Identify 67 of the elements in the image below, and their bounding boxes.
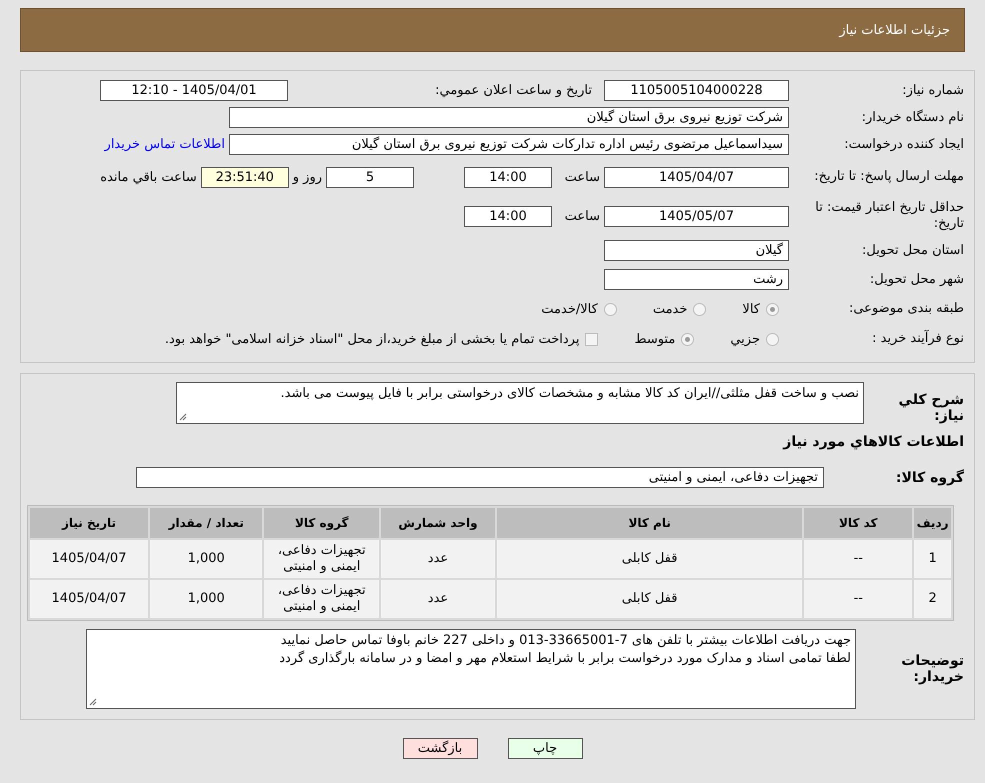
field-label: طبقه بندی موضوعی: <box>848 301 964 317</box>
field-label: شهر محل تحویل: <box>868 272 964 288</box>
requester-field: سیداسماعیل مرتضوی رئیس اداره تدارکات شرکت توزیع نیروی برق استان گیلان <box>229 134 789 155</box>
field-label: روز و <box>291 170 323 184</box>
field-label: ساعت باقي مانده <box>99 170 198 184</box>
table-cell: 2 <box>914 580 951 618</box>
contact-link[interactable]: اطلاعات تماس خریدار <box>100 137 229 152</box>
column-header: نام کالا <box>496 508 802 538</box>
field-label: نوع فرآیند خرید : <box>871 331 964 347</box>
city-field: رشت <box>604 269 789 290</box>
table-cell: 1,000 <box>150 540 262 578</box>
field-label: توضیحات خریدار: <box>900 653 964 685</box>
field-label: شماره نیاز: <box>901 82 964 98</box>
need-number-field: 1105005104000228 <box>604 80 789 101</box>
remaining-time-field: 23:51:40 <box>200 166 289 188</box>
category-radio[interactable]: خدمت <box>652 302 706 316</box>
treasury-checkbox[interactable]: پرداخت تمام یا بخشی از مبلغ خرید،از محل "اسناد خزانه اسلامی" خواهد بود. <box>164 332 598 346</box>
table-cell: تجهیزات دفاعی، ایمنی و امنیتی <box>264 540 380 578</box>
field-label: ساعت <box>564 208 601 224</box>
column-header: ردیف <box>914 508 951 538</box>
table-cell: 1405/04/07 <box>30 580 148 618</box>
column-header: واحد شمارش <box>381 508 495 538</box>
purchase-type-radio[interactable]: جزيي <box>730 332 779 346</box>
column-header: کد کالا <box>804 508 912 538</box>
table-cell: قفل کابلی <box>496 580 802 618</box>
time-field: 14:00 <box>464 206 552 226</box>
time-field: 14:00 <box>464 166 552 188</box>
column-header: گروه کالا <box>264 508 380 538</box>
field-label: نام دستگاه خریدار: <box>860 110 964 126</box>
field-label: گروه کالا: <box>894 470 964 486</box>
table-cell: -- <box>804 540 912 578</box>
announce-date-field: 1405/04/01 - 12:10 <box>100 80 288 101</box>
field-label: شرح کلي نیاز: <box>898 391 964 424</box>
table-cell: 1,000 <box>150 580 262 618</box>
field-label: مهلت ارسال پاسخ: تا تاریخ: <box>813 169 964 185</box>
summary-field: نصب و ساخت قفل مثلثی//ایران کد کالا مشابه و مشخصات کالای درخواستی برابر با فایل پیوست می باشد. <box>176 382 864 424</box>
field-label: حداقل تاریخ اعتبار قیمت: تا تاریخ: <box>814 200 964 232</box>
section-heading: اطلاعات كالاهاي مورد نیاز <box>782 434 964 450</box>
table-cell: 1405/04/07 <box>30 540 148 578</box>
purchase-type-radio[interactable]: متوسط <box>634 332 694 346</box>
date-field: 1405/05/07 <box>604 206 789 226</box>
resize-grip-icon <box>179 413 187 421</box>
category-radio[interactable]: کالا/خدمت <box>541 302 617 316</box>
field-label: ایجاد کننده درخواست: <box>843 136 964 152</box>
table-cell: تجهیزات دفاعی، ایمنی و امنیتی <box>264 580 380 618</box>
field-label: تاریخ و ساعت اعلان عمومي: <box>434 83 593 98</box>
table-cell: عدد <box>381 580 495 618</box>
days-field: 5 <box>326 166 414 188</box>
goods-group-field: تجهیزات دفاعی، ایمنی و امنیتی <box>136 467 824 488</box>
print-button[interactable]: چاپ <box>508 738 582 759</box>
resize-grip-icon <box>89 698 97 706</box>
field-label: ساعت <box>564 170 601 184</box>
back-button[interactable]: بازگشت <box>402 738 478 759</box>
column-header: تاریخ نیاز <box>30 508 148 538</box>
table-cell: عدد <box>381 540 495 578</box>
table-cell: 1 <box>914 540 951 578</box>
notes-line: لطفا تمامی اسناد و مدارک مورد درخواست برابر با شرایط استعلام مهر و امضا و در سامانه بارگذاری گردد <box>278 650 851 668</box>
buyer-org-field: شرکت توزیع نیروی برق استان گیلان <box>229 107 789 128</box>
category-radio[interactable]: کالا <box>742 302 779 316</box>
table-cell: قفل کابلی <box>496 540 802 578</box>
field-label: استان محل تحویل: <box>861 242 964 258</box>
date-field: 1405/04/07 <box>604 166 789 188</box>
column-header: تعداد / مقدار <box>150 508 262 538</box>
province-field: گیلان <box>604 240 789 261</box>
notes-line: جهت دریافت اطلاعات بیشتر با تلفن های 7-33665001-013 و داخلی 227 خانم باوفا تماس حاصل نمایید <box>280 632 851 650</box>
table-cell: -- <box>804 580 912 618</box>
page-title: جزئیات اطلاعات نیاز <box>839 22 950 38</box>
